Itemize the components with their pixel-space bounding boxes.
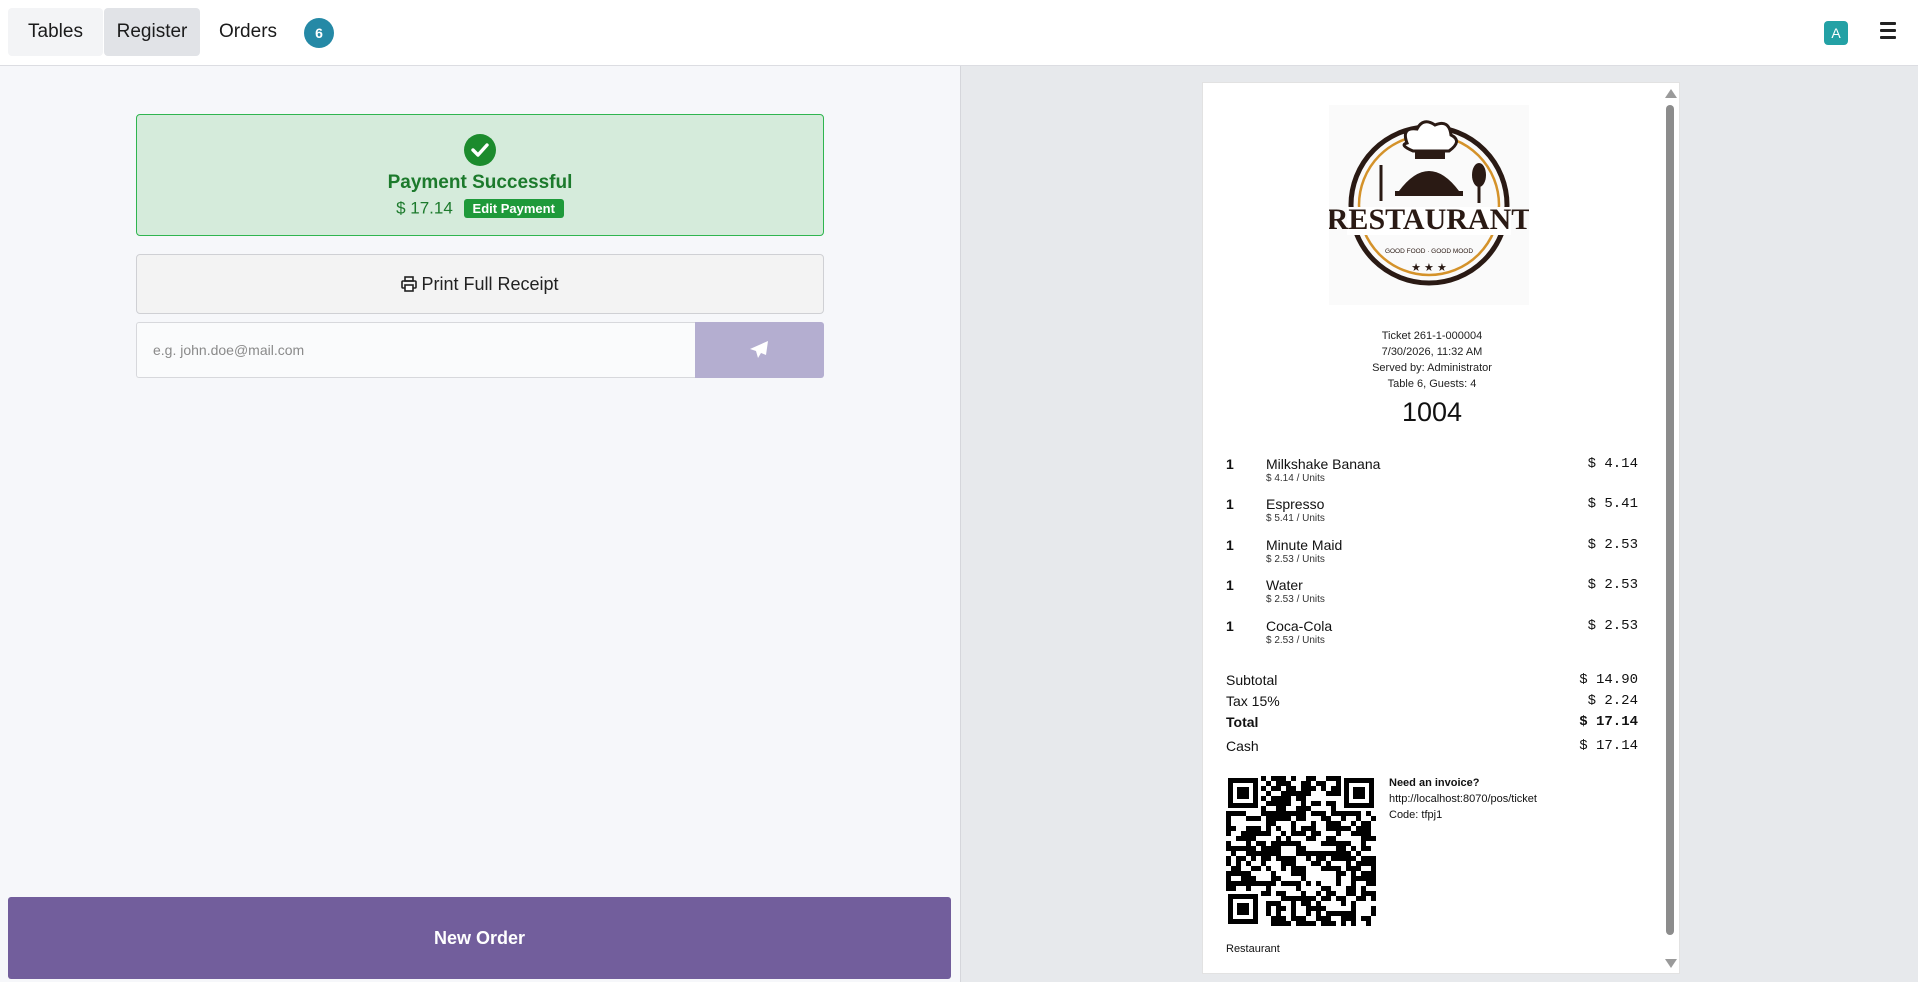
line-qty: 1 [1226, 456, 1234, 472]
line-qty: 1 [1226, 618, 1234, 634]
user-avatar[interactable]: A [1824, 21, 1848, 45]
receipt-line: 1 Minute Maid $ 2.53 / Units $ 2.53 [1226, 537, 1638, 573]
total-row: Total $ 17.14 [1226, 714, 1638, 732]
line-price: $ 4.14 [1587, 456, 1638, 472]
subtotal-row: Subtotal $ 14.90 [1226, 672, 1638, 690]
line-unit-price: $ 5.41 / Units [1266, 513, 1325, 524]
send-email-button[interactable] [695, 322, 824, 378]
email-input[interactable] [136, 322, 696, 378]
line-price: $ 5.41 [1587, 496, 1638, 512]
ticket-datetime: 7/30/2026, 11:32 AM [1381, 346, 1483, 358]
nav-register-button[interactable]: Register [104, 8, 200, 56]
qr-code [1226, 776, 1376, 926]
invoice-info: Need an invoice? http://localhost:8070/p… [1389, 775, 1537, 823]
line-price: $ 2.53 [1587, 577, 1638, 593]
nav-tables-button[interactable]: Tables [8, 8, 103, 56]
cash-label: Cash [1226, 738, 1259, 754]
cash-row: Cash $ 17.14 [1226, 738, 1638, 756]
invoice-heading: Need an invoice? [1389, 777, 1480, 789]
served-by: Served by: Administrator [1372, 362, 1492, 374]
email-receipt-row [136, 322, 824, 378]
check-circle-icon [464, 134, 496, 166]
total-label: Total [1226, 714, 1259, 730]
payment-amount-row: $ 17.14 Edit Payment [137, 198, 823, 219]
line-name: Minute Maid [1266, 537, 1343, 553]
line-unit-price: $ 4.14 / Units [1266, 473, 1325, 484]
tax-row: Tax 15% $ 2.24 [1226, 693, 1638, 711]
nav-orders-button[interactable]: Orders [208, 8, 288, 56]
receipt: RESTAURANT GOOD FOOD · GOOD MOOD ★ ★ ★ T… [1202, 82, 1680, 974]
line-qty: 1 [1226, 496, 1234, 512]
payment-success-title: Payment Successful [387, 172, 573, 193]
new-order-button[interactable]: New Order [8, 897, 951, 979]
print-receipt-label: Print Full Receipt [421, 274, 559, 294]
receipt-line: 1 Coca-Cola $ 2.53 / Units $ 2.53 [1226, 618, 1638, 654]
paper-plane-icon [750, 341, 768, 358]
line-name: Water [1266, 577, 1303, 593]
logo-text: RESTAURANT [1329, 203, 1529, 236]
subtotal-label: Subtotal [1226, 672, 1278, 688]
ticket-info: Ticket 261-1-000004 7/30/2026, 11:32 AM … [1203, 328, 1661, 392]
payment-amount: $ 17.14 [396, 198, 453, 218]
svg-text:★ ★ ★: ★ ★ ★ [1411, 262, 1447, 274]
line-name: Coca-Cola [1266, 618, 1333, 634]
line-price: $ 2.53 [1587, 537, 1638, 553]
ticket-number: Ticket 261-1-000004 [1381, 330, 1483, 342]
cash-value: $ 17.14 [1579, 738, 1638, 754]
line-qty: 1 [1226, 577, 1234, 593]
receipt-line: 1 Espresso $ 5.41 / Units $ 5.41 [1226, 496, 1638, 532]
restaurant-logo: RESTAURANT GOOD FOOD · GOOD MOOD ★ ★ ★ [1327, 105, 1531, 305]
table-guests: Table 6, Guests: 4 [1387, 378, 1477, 390]
receipt-footer: Restaurant [1226, 943, 1280, 955]
receipt-scrollbar[interactable] [1666, 105, 1674, 935]
line-name: Milkshake Banana [1266, 456, 1381, 472]
line-unit-price: $ 2.53 / Units [1266, 554, 1325, 565]
orders-count-badge[interactable]: 6 [304, 18, 334, 48]
payment-pane: Payment Successful $ 17.14 Edit Payment … [0, 66, 960, 982]
top-bar: Tables Register Orders 6 A [0, 0, 1918, 66]
hamburger-menu-icon[interactable] [1878, 22, 1898, 42]
logo-tagline: GOOD FOOD · GOOD MOOD [1385, 248, 1473, 255]
line-name: Espresso [1266, 496, 1325, 512]
scroll-down-arrow-icon[interactable] [1665, 959, 1677, 968]
line-unit-price: $ 2.53 / Units [1266, 635, 1325, 646]
tax-value: $ 2.24 [1587, 693, 1638, 709]
receipt-preview-pane: RESTAURANT GOOD FOOD · GOOD MOOD ★ ★ ★ T… [960, 66, 1918, 982]
invoice-url: http://localhost:8070/pos/ticket [1389, 793, 1537, 805]
scroll-up-arrow-icon[interactable] [1665, 89, 1677, 98]
print-icon [401, 276, 418, 292]
edit-payment-button[interactable]: Edit Payment [463, 199, 564, 219]
print-receipt-button[interactable]: Print Full Receipt [136, 254, 824, 314]
receipt-line: 1 Water $ 2.53 / Units $ 2.53 [1226, 577, 1638, 613]
tax-label: Tax 15% [1226, 693, 1280, 709]
subtotal-value: $ 14.90 [1579, 672, 1638, 688]
invoice-code: Code: tfpj1 [1389, 809, 1443, 821]
total-value: $ 17.14 [1579, 714, 1638, 730]
line-qty: 1 [1226, 537, 1234, 553]
payment-success-panel: Payment Successful $ 17.14 Edit Payment [136, 114, 824, 236]
receipt-line: 1 Milkshake Banana $ 4.14 / Units $ 4.14 [1226, 456, 1638, 492]
order-number: 1004 [1401, 397, 1463, 427]
line-unit-price: $ 2.53 / Units [1266, 594, 1325, 605]
line-price: $ 2.53 [1587, 618, 1638, 634]
